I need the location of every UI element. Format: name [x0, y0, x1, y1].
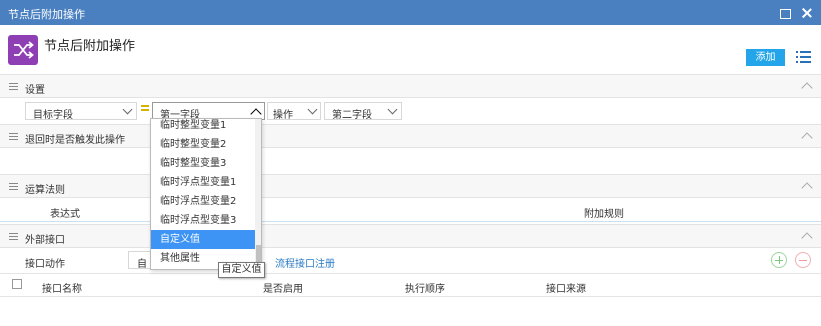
dropdown-option[interactable]: 临时浮点型变量2: [151, 192, 255, 211]
section-settings-header[interactable]: 设置: [0, 74, 821, 98]
divider: [0, 296, 821, 297]
chevron-up-icon[interactable]: [801, 132, 813, 144]
window-title: 节点后附加操作: [8, 8, 85, 21]
chevron-down-icon: [122, 104, 133, 115]
drag-handle-icon: [9, 183, 18, 190]
column-header-order: 执行顺序: [405, 284, 445, 295]
drag-handle-icon: [9, 133, 18, 140]
second-field-select[interactable]: 第二字段: [324, 102, 402, 121]
add-row-icon[interactable]: [771, 252, 787, 268]
select-all-checkbox[interactable]: [12, 279, 22, 289]
section-title: 运算法则: [25, 185, 65, 196]
dropdown-scrollbar[interactable]: [255, 119, 261, 269]
register-interface-link[interactable]: 流程接口注册: [275, 255, 335, 270]
operation-select[interactable]: 操作: [267, 102, 321, 121]
window-titlebar: 节点后附加操作: [0, 0, 821, 25]
section-title: 外部接口: [25, 235, 65, 246]
column-header-interface-name: 接口名称: [42, 284, 82, 295]
divider: [0, 221, 821, 222]
drag-handle-icon: [9, 83, 18, 90]
column-header-source: 接口来源: [546, 284, 586, 295]
dropdown-option[interactable]: 临时整型变量3: [151, 154, 255, 173]
section-rollback-header[interactable]: 退回时是否触发此操作: [0, 124, 821, 148]
chevron-up-icon[interactable]: [801, 232, 813, 244]
dropdown-option[interactable]: 临时浮点型变量1: [151, 173, 255, 192]
section-title: 退回时是否触发此操作: [25, 135, 125, 146]
column-header-expression: 表达式: [50, 209, 80, 220]
section-rules-header[interactable]: 运算法则: [0, 174, 821, 198]
select-value: 目标字段: [33, 110, 73, 121]
add-button[interactable]: 添加: [746, 49, 785, 66]
shuffle-icon: [8, 35, 38, 65]
page-title: 节点后附加操作: [44, 39, 136, 54]
target-field-select[interactable]: 目标字段: [25, 102, 137, 121]
remove-row-icon[interactable]: [795, 252, 811, 268]
chevron-down-icon: [307, 104, 318, 115]
select-value: 操作: [273, 110, 293, 121]
dropdown-option[interactable]: 临时浮点型变量3: [151, 211, 255, 230]
drag-handle-icon: [9, 233, 18, 240]
action-label: 接口动作: [25, 259, 65, 270]
select-value: 自: [137, 259, 147, 270]
column-header-extra-rule: 附加规则: [584, 209, 624, 220]
select-value: 第二字段: [332, 110, 372, 121]
close-icon[interactable]: [799, 5, 815, 21]
dropdown-option[interactable]: 临时整型变量1: [151, 119, 255, 135]
section-external-header[interactable]: 外部接口: [0, 224, 821, 248]
column-header-enabled: 是否启用: [263, 284, 303, 295]
section-title: 设置: [25, 85, 45, 96]
chevron-down-icon: [387, 104, 398, 115]
equals-icon: [141, 105, 149, 111]
chevron-up-icon[interactable]: [801, 82, 813, 94]
maximize-icon[interactable]: [777, 5, 793, 21]
first-field-dropdown-list[interactable]: 临时整型变量1 临时整型变量2 临时整型变量3 临时浮点型变量1 临时浮点型变量…: [150, 118, 262, 270]
chevron-up-icon[interactable]: [801, 182, 813, 194]
divider: [0, 273, 821, 274]
dropdown-option-selected[interactable]: 自定义值: [151, 230, 255, 249]
list-icon[interactable]: [796, 50, 812, 64]
dropdown-option[interactable]: 临时整型变量2: [151, 135, 255, 154]
tooltip: 自定义值: [218, 262, 265, 278]
